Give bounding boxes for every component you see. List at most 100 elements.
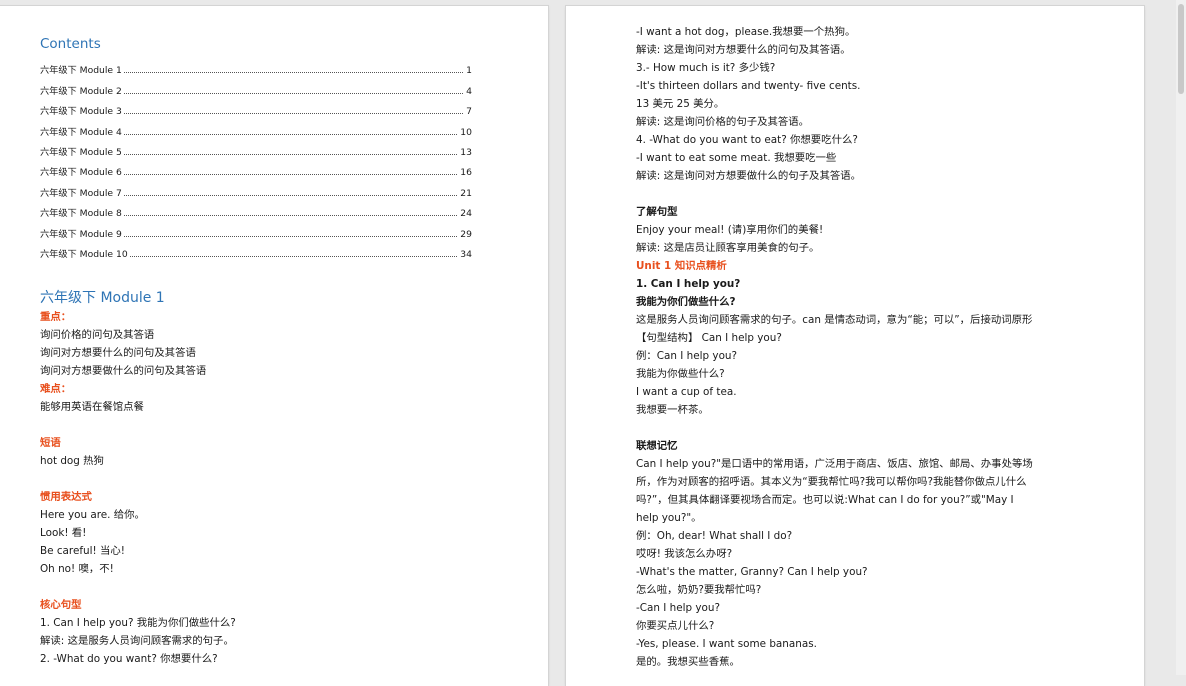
right-page-body: -I want a hot dog，please.我想要一个热狗。 解读: 这是询… <box>636 23 1136 671</box>
toc-leader-dots <box>123 113 464 115</box>
toc-entry-label: 六年级下 Module 4 <box>40 126 122 138</box>
toc-entry-page-number: 1 <box>466 65 472 77</box>
toc-entry[interactable]: 六年级下 Module 2 4 <box>40 76 472 97</box>
vertical-scrollbar[interactable] <box>1176 0 1186 675</box>
text-line: 怎么啦，奶奶?要我帮忙吗? <box>636 584 762 596</box>
toc-entry[interactable]: 六年级下 Module 4 10 <box>40 117 472 138</box>
text-line: Can I help you?"是口语中的常用语，广泛用于商店、饭店、旅馆、邮局… <box>636 458 1033 470</box>
toc-entry[interactable]: 六年级下 Module 9 29 <box>40 219 472 240</box>
text-line: 解读: 这是询问对方想要做什么的句子及其答语。 <box>636 170 862 182</box>
text-line: 解读: 这是服务人员询问顾客需求的句子。 <box>40 635 234 647</box>
text-line: 所，作为对顾客的招呼语。其本义为“要我帮忙吗?我可以帮你吗?我能替你做点儿什么 <box>636 476 1027 488</box>
toc-leader-dots <box>123 235 458 237</box>
toc-entry-page-number: 4 <box>466 85 472 97</box>
left-page-body: 重点： 询问价格的问句及其答语询问对方想要什么的问句及其答语 询问对方想要做什么的问… <box>40 308 510 668</box>
bold-text-line: 1. Can I help you? <box>636 278 741 290</box>
text-line: 询问对方想要什么的问句及其答语 <box>40 347 196 359</box>
section-heading: 短语 <box>40 437 61 449</box>
toc-entry-page-number: 21 <box>460 187 472 199</box>
text-line: Look! 看! <box>40 527 87 539</box>
text-line: 能够用英语在餐馆点餐 <box>40 401 144 413</box>
toc-entry-page-number: 7 <box>466 106 472 118</box>
toc-entry-label: 六年级下 Module 6 <box>40 167 122 179</box>
toc-entry-page-number: 24 <box>460 208 472 220</box>
section-heading: 难点： <box>40 383 72 395</box>
text-line: 你要买点儿什么? <box>636 620 715 632</box>
text-line: 例：Oh, dear! What shall I do? <box>636 530 793 542</box>
text-line: -Yes, please. I want some bananas. <box>636 638 817 650</box>
text-line: 解读: 这是询问对方想要什么的问句及其答语。 <box>636 44 851 56</box>
toc-entry[interactable]: 六年级下 Module 10 34 <box>40 240 472 260</box>
section-heading: 惯用表达式 <box>40 491 92 503</box>
text-line: 3.- How much is it? 多少钱? <box>636 62 776 74</box>
scrollbar-thumb[interactable] <box>1178 4 1184 94</box>
text-line: 是的。我想买些香蕉。 <box>636 656 740 668</box>
text-line: 吗?”，但其具体翻译要视场合而定。也可以说:What can I do for … <box>636 494 1014 506</box>
text-line: 【句型结构】 Can I help you? <box>636 332 782 344</box>
text-line: 这是服务人员询问顾客需求的句子。can 是情态动词，意为“能；可以”，后接动词原… <box>636 314 1033 326</box>
toc-entry-label: 六年级下 Module 5 <box>40 146 122 158</box>
text-line: 哎呀! 我该怎么办呀? <box>636 548 733 560</box>
toc-entry-page-number: 16 <box>460 167 472 179</box>
text-line: Oh no! 噢，不! <box>40 563 114 575</box>
text-line: -It's thirteen dollars and twenty- five … <box>636 80 861 92</box>
text-line: 询问对方想要做什么的问句及其答语 <box>40 365 207 377</box>
toc-leader-dots <box>123 133 458 135</box>
text-line: 13 美元 25 美分。 <box>636 98 725 110</box>
toc-entry[interactable]: 六年级下 Module 3 7 <box>40 97 472 117</box>
document-page-left: Contents 六年级下 Module 1 1 六年级下 Module 2 4 六年级… <box>0 6 548 686</box>
toc-title: Contents <box>40 36 101 52</box>
module-heading: 六年级下 Module 1 <box>40 290 165 306</box>
text-line: 询问价格的问句及其答语 <box>40 329 155 341</box>
text-line: Here you are. 给你。 <box>40 509 145 521</box>
toc-entry[interactable]: 六年级下 Module 7 21 <box>40 178 472 199</box>
text-line: 我能为你做些什么? <box>636 368 725 380</box>
text-line: 例：Can I help you? <box>636 350 738 362</box>
toc-entry-label: 六年级下 Module 3 <box>40 106 122 118</box>
toc-entry-page-number: 29 <box>460 228 472 240</box>
toc-leader-dots <box>123 215 458 217</box>
toc-entry-page-number: 10 <box>460 126 472 138</box>
bold-text-line: 联想记忆 <box>636 440 678 452</box>
toc-entry[interactable]: 六年级下 Module 6 16 <box>40 158 472 178</box>
toc-entry-label: 六年级下 Module 7 <box>40 187 122 199</box>
text-line: -I want a hot dog，please.我想要一个热狗。 <box>636 26 856 38</box>
text-line: 1. Can I help you? 我能为你们做些什么? <box>40 617 236 629</box>
text-line: Enjoy your meal! (请)享用你们的美餐! <box>636 224 824 236</box>
text-line: -What's the matter, Granny? Can I help y… <box>636 566 868 578</box>
document-page-right: -I want a hot dog，please.我想要一个热狗。 解读: 这是询… <box>566 6 1144 686</box>
toc-entry-label: 六年级下 Module 2 <box>40 85 122 97</box>
toc-entry-page-number: 13 <box>460 146 472 158</box>
toc-leader-dots <box>129 255 458 257</box>
toc-entry-label: 六年级下 Module 1 <box>40 65 122 77</box>
toc-entry-page-number: 34 <box>460 248 472 260</box>
toc-entry[interactable]: 六年级下 Module 5 13 <box>40 138 472 158</box>
text-line: 解读: 这是询问价格的句子及其答语。 <box>636 116 810 128</box>
text-line: 2. -What do you want? 你想要什么? <box>40 653 218 665</box>
section-heading: Unit 1 知识点精析 <box>636 260 727 272</box>
toc-entry[interactable]: 六年级下 Module 1 1 <box>40 56 472 76</box>
section-heading: 核心句型 <box>40 599 82 611</box>
text-line: help you?"。 <box>636 512 702 524</box>
toc-entry-label: 六年级下 Module 10 <box>40 248 128 260</box>
toc-leader-dots <box>123 174 458 176</box>
text-line: 4. -What do you want to eat? 你想要吃什么? <box>636 134 858 146</box>
toc-entry[interactable]: 六年级下 Module 8 24 <box>40 199 472 219</box>
text-line: -I want to eat some meat. 我想要吃一些 <box>636 152 837 164</box>
text-line: 我想要一杯茶。 <box>636 404 709 416</box>
toc-leader-dots <box>123 153 458 155</box>
text-line: 解读: 这是店员让顾客享用美食的句子。 <box>636 242 820 254</box>
bold-text-line: 我能为你们做些什么? <box>636 296 736 308</box>
section-heading: 重点： <box>40 311 72 323</box>
text-line: Be careful! 当心! <box>40 545 125 557</box>
toc-leader-dots <box>123 92 464 94</box>
bold-text-line: 了解句型 <box>636 206 678 218</box>
toc-entry-label: 六年级下 Module 9 <box>40 228 122 240</box>
toc-entry-label: 六年级下 Module 8 <box>40 208 122 220</box>
table-of-contents: 六年级下 Module 1 1 六年级下 Module 2 4 六年级下 Module … <box>40 56 472 260</box>
